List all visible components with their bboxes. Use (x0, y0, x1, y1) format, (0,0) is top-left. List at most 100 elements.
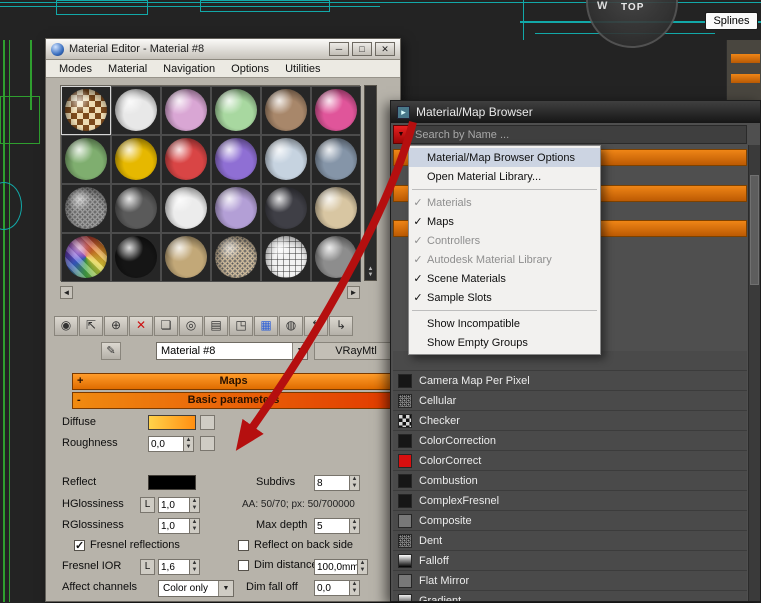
assign-material-to-selection-icon[interactable]: ⊕ (104, 316, 128, 336)
sample-slots-scrollbar[interactable]: ▲ ▼ (364, 85, 377, 281)
sample-slot[interactable] (261, 86, 311, 135)
spinner-arrows[interactable]: ▲ ▼ (349, 518, 360, 534)
roughness-map-button[interactable] (200, 436, 215, 451)
map-list-item[interactable]: ComplexFresnel (393, 491, 747, 511)
menu-material[interactable]: Material (108, 63, 147, 75)
sample-slot[interactable] (311, 184, 361, 233)
sample-slot[interactable] (61, 184, 111, 233)
go-forward-sibling-icon[interactable]: ↳ (329, 316, 353, 336)
menu-options[interactable]: Options (231, 63, 269, 75)
rglossiness-spinner[interactable]: 1,0 ▲ ▼ (158, 518, 200, 534)
spinner-arrows[interactable]: ▲ ▼ (189, 559, 200, 575)
viewcube-top-label[interactable]: TOP (621, 2, 644, 13)
rollout-collapse-icon[interactable]: - (77, 393, 81, 408)
map-list-item[interactable]: Combustion (393, 471, 747, 491)
minimize-button[interactable]: ─ (329, 42, 349, 56)
spinner-arrows[interactable]: ▲ ▼ (189, 518, 200, 534)
dim-distance-checkbox[interactable]: Dim distance (238, 559, 318, 571)
spinner-arrows[interactable]: ▲ ▼ (357, 559, 368, 575)
spinner-arrows[interactable]: ▲ ▼ (349, 475, 360, 491)
subdivs-spinner[interactable]: 8 ▲ ▼ (314, 475, 360, 491)
sample-slot[interactable] (161, 233, 211, 282)
make-unique-icon[interactable]: ◎ (179, 316, 203, 336)
menu-item[interactable]: ✓ Scene Materials (409, 269, 600, 288)
menu-item[interactable]: Open Material Library... (409, 167, 600, 186)
rollout-bar-sliver[interactable] (731, 74, 760, 83)
spinner-arrows[interactable]: ▲ ▼ (349, 580, 360, 596)
put-material-to-scene-icon[interactable]: ⇱ (79, 316, 103, 336)
diffuse-color-swatch[interactable] (148, 415, 196, 430)
menu-navigation[interactable]: Navigation (163, 63, 215, 75)
browser-scrollbar[interactable] (748, 145, 760, 601)
sample-slot[interactable] (261, 184, 311, 233)
material-editor-titlebar[interactable]: Material Editor - Material #8 ─ □ ✕ (46, 39, 400, 60)
sample-slot[interactable] (111, 135, 161, 184)
reflect-back-side-checkbox[interactable]: Reflect on back side (238, 539, 353, 551)
sample-slot[interactable] (261, 135, 311, 184)
roughness-spinner[interactable]: 0,0 ▲ ▼ (148, 436, 194, 452)
slots-scroll-left-button[interactable]: ◄ (60, 286, 73, 299)
basic-parameters-rollout-header[interactable]: - Basic parameters (72, 392, 395, 409)
sample-slot[interactable] (61, 135, 111, 184)
sample-slot[interactable] (311, 233, 361, 282)
menu-item[interactable]: ✓ Maps (409, 212, 600, 231)
rollout-expand-icon[interactable]: + (77, 374, 83, 389)
get-material-icon[interactable]: ◉ (54, 316, 78, 336)
map-list-item[interactable]: Composite (393, 511, 747, 531)
chevron-down-icon[interactable]: ▼ (292, 343, 307, 359)
sample-slot[interactable] (261, 233, 311, 282)
menu-utilities[interactable]: Utilities (285, 63, 320, 75)
map-list-item[interactable]: Camera Map Per Pixel (393, 371, 747, 391)
spinner-arrows[interactable]: ▲ ▼ (189, 497, 200, 513)
map-list-item[interactable]: Cellular (393, 391, 747, 411)
fresnel-reflections-checkbox[interactable]: Fresnel reflections (74, 539, 180, 552)
sample-slot[interactable] (61, 233, 111, 282)
maximize-button[interactable]: □ (352, 42, 372, 56)
make-material-copy-icon[interactable]: ❏ (154, 316, 178, 336)
close-button[interactable]: ✕ (375, 42, 395, 56)
material-name-dropdown[interactable]: Material #8 ▼ (156, 342, 308, 360)
map-list-item[interactable]: Gradient (393, 591, 747, 601)
material-type-button[interactable]: VRayMtl (314, 342, 398, 360)
chevron-down-icon[interactable]: ▼ (218, 581, 233, 596)
checkbox-box[interactable] (238, 559, 249, 571)
sample-slot[interactable] (111, 233, 161, 282)
checkbox-box[interactable] (238, 539, 249, 551)
rollout-bar-sliver[interactable] (731, 54, 760, 63)
menu-item[interactable]: ✓ Materials (409, 193, 600, 212)
sample-slot[interactable] (161, 135, 211, 184)
reset-material-icon[interactable]: ✕ (129, 316, 153, 336)
fresnel-ior-lock-button[interactable]: L (140, 559, 155, 575)
fresnel-ior-spinner[interactable]: 1,6 ▲ ▼ (158, 559, 200, 575)
menu-item[interactable]: ✓ Autodesk Material Library (409, 250, 600, 269)
sample-slot[interactable] (211, 184, 261, 233)
scroll-spinner[interactable]: ▲ ▼ (366, 266, 375, 278)
material-id-channel-icon[interactable]: ◳ (229, 316, 253, 336)
menu-item[interactable]: ✓ Controllers (409, 231, 600, 250)
menu-item[interactable]: Material/Map Browser Options (409, 148, 600, 167)
sample-slot[interactable] (211, 233, 261, 282)
pick-material-eyedropper-icon[interactable]: ✎ (101, 342, 121, 360)
sample-slot[interactable] (211, 135, 261, 184)
search-filter-dropdown-button[interactable]: ▼ (393, 125, 409, 144)
map-list-item[interactable]: ColorCorrection (393, 431, 747, 451)
search-by-name-input[interactable] (409, 125, 747, 144)
show-end-result-icon[interactable]: ◍ (279, 316, 303, 336)
show-map-in-viewport-icon[interactable]: ▦ (254, 316, 278, 336)
dim-falloff-spinner[interactable]: 0,0 ▲ ▼ (314, 580, 360, 596)
reflect-color-swatch[interactable] (148, 475, 196, 490)
maps-rollout-header[interactable]: + Maps (72, 373, 395, 390)
spinner-arrows[interactable]: ▲ ▼ (183, 436, 194, 452)
map-list-item[interactable]: Dent (393, 531, 747, 551)
sample-slot[interactable] (211, 86, 261, 135)
go-to-parent-icon[interactable]: ↰ (304, 316, 328, 336)
map-list-item[interactable]: Flat Mirror (393, 571, 747, 591)
sample-slot[interactable] (61, 86, 111, 135)
map-list-item[interactable]: Checker (393, 411, 747, 431)
sample-slot[interactable] (111, 184, 161, 233)
scrollbar-thumb[interactable] (750, 175, 759, 285)
sample-slot[interactable] (311, 135, 361, 184)
max-depth-spinner[interactable]: 5 ▲ ▼ (314, 518, 360, 534)
menu-item[interactable]: ✓ Sample Slots (409, 288, 600, 307)
sample-slot[interactable] (111, 86, 161, 135)
